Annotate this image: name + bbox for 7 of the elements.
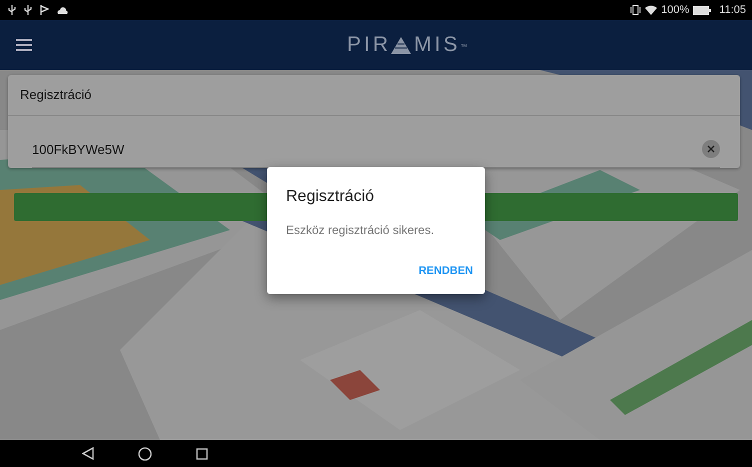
logo-text: PIR <box>347 32 392 58</box>
clock-time: 11:05 <box>719 2 746 18</box>
card-title: Regisztráció <box>8 75 740 116</box>
battery-percent: 100% <box>661 2 690 18</box>
logo-text: MIS <box>414 32 460 58</box>
dialog-title: Regisztráció <box>286 187 376 207</box>
dialog-message: Eszköz regisztráció sikeres. <box>286 222 436 239</box>
